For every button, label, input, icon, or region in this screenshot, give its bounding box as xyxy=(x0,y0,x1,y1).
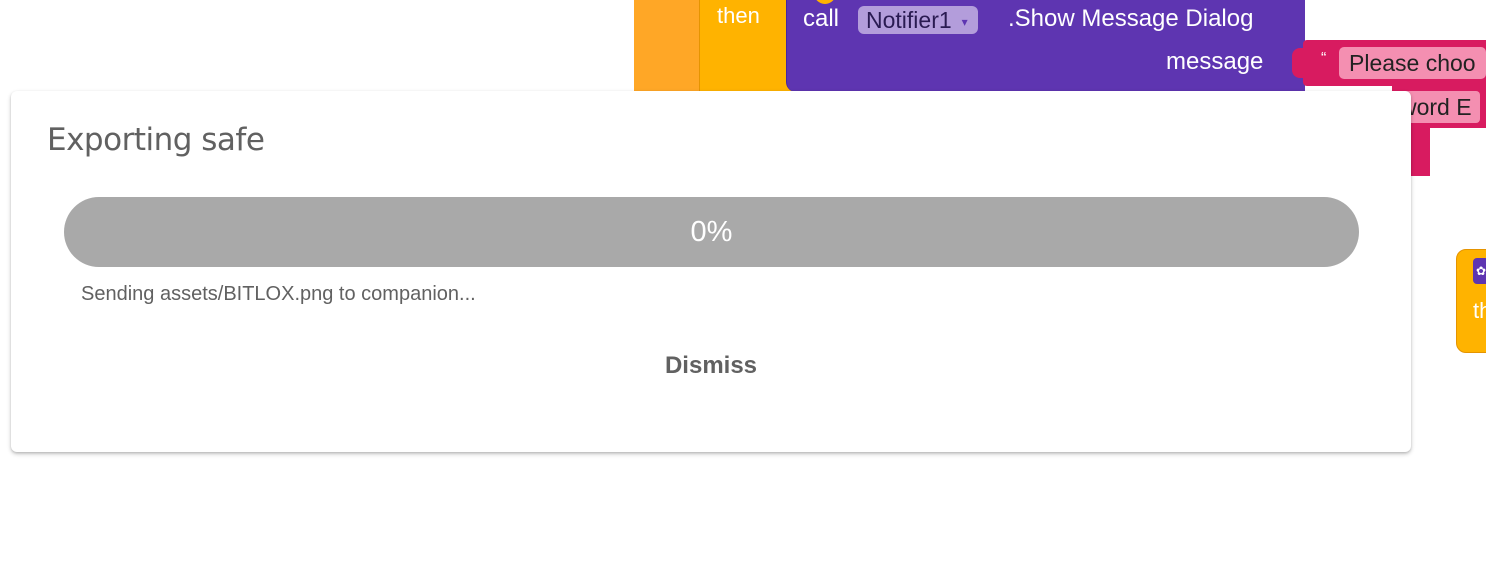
quote-icon: “ xyxy=(1321,50,1327,67)
event-block[interactable] xyxy=(634,0,707,92)
then-label: then xyxy=(717,3,760,28)
component-dropdown-value: Notifier1 xyxy=(866,7,952,33)
blocks-workspace[interactable]: then call Notifier1 ▾ .Show Message Dialo… xyxy=(0,0,1486,563)
progress-bar: 0% xyxy=(64,197,1359,267)
gear-icon[interactable]: ✿ xyxy=(1473,258,1486,284)
message-socket-label: message xyxy=(1166,48,1264,75)
progress-label: 0% xyxy=(690,216,733,248)
side-block-label: th xyxy=(1473,298,1486,323)
text-block-3[interactable] xyxy=(1410,128,1430,176)
status-text: Sending assets/BITLOX.png to companion..… xyxy=(81,283,476,305)
dropdown-arrow-icon: ▾ xyxy=(961,14,968,29)
method-label: .Show Message Dialog xyxy=(1008,5,1254,32)
dismiss-button[interactable]: Dismiss xyxy=(611,343,811,389)
dialog-title: Exporting safe xyxy=(47,122,265,158)
call-label: call xyxy=(803,5,840,32)
export-progress-dialog: Exporting safe 0% Sending assets/BITLOX.… xyxy=(11,91,1411,452)
component-dropdown[interactable]: Notifier1 ▾ xyxy=(858,6,978,34)
text-block-field[interactable]: Please choo xyxy=(1339,47,1486,79)
